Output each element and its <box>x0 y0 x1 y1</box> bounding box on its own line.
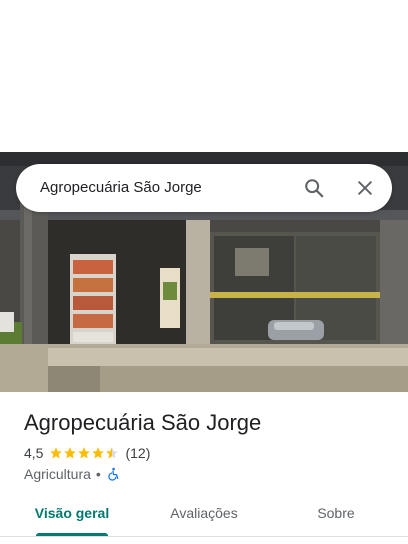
tab-overview[interactable]: Visão geral <box>24 492 120 536</box>
tabs-divider <box>0 536 408 537</box>
place-name: Agropecuária São Jorge <box>24 410 262 435</box>
search-bar[interactable]: Agropecuária São Jorge <box>16 164 392 212</box>
rating-stars <box>49 446 119 460</box>
star-icon <box>64 447 77 459</box>
category-row: Agricultura • <box>24 464 120 484</box>
close-icon <box>358 181 372 195</box>
place-category: Agricultura <box>24 466 91 482</box>
category-separator: • <box>95 466 101 482</box>
half-star-icon <box>106 447 119 459</box>
tab-reviews[interactable]: Avaliações <box>156 492 252 536</box>
review-count[interactable]: (12) <box>125 445 150 461</box>
place-details-screen: Agropecuária São Jorge Agropecuária São … <box>0 0 408 544</box>
tab-about[interactable]: Sobre <box>296 492 376 536</box>
star-icon <box>50 447 63 459</box>
rating-row[interactable]: 4,5 (12) <box>24 443 150 463</box>
search-button[interactable] <box>302 176 326 200</box>
rating-value: 4,5 <box>24 445 44 461</box>
search-icon <box>305 179 324 198</box>
close-button[interactable] <box>353 176 377 200</box>
star-icon <box>78 447 91 459</box>
search-query-text[interactable]: Agropecuária São Jorge <box>40 164 202 212</box>
wheelchair-icon <box>108 467 119 481</box>
star-icon <box>92 447 105 459</box>
place-tabs: Visão geral Avaliações Sobre <box>0 492 408 544</box>
